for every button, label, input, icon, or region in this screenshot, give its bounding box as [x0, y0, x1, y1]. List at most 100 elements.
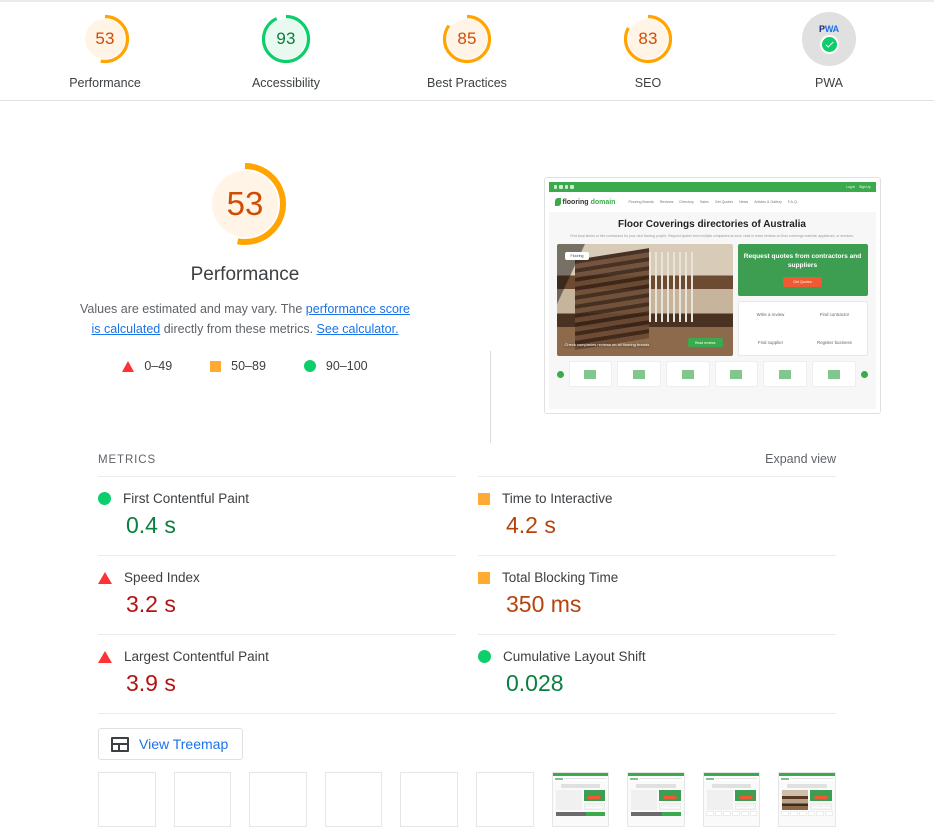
- scores-bar: 53 Performance 93 Accessibility 85 Best …: [0, 0, 934, 101]
- score-label-accessibility: Accessibility: [251, 76, 321, 90]
- legend-item-pass: 90–100: [303, 359, 368, 373]
- metric-first-contentful-paint[interactable]: First Contentful Paint 0.4 s: [98, 476, 456, 555]
- site-category-strip: [549, 356, 876, 388]
- site-body: Flooring Check companies reviews on all …: [549, 244, 876, 357]
- filmstrip-frame[interactable]: [778, 772, 836, 827]
- category-tile: [714, 361, 759, 388]
- metric-name: First Contentful Paint: [123, 491, 250, 506]
- metrics-heading: METRICS: [98, 454, 157, 466]
- site-link-write-review: Write a review: [756, 312, 785, 318]
- scores-row: 53 Performance 93 Accessibility 85 Best …: [0, 2, 934, 90]
- metric-head: First Contentful Paint: [98, 491, 456, 506]
- metric-value: 350 ms: [506, 591, 582, 617]
- site-signup-link: Sign Up: [859, 185, 871, 189]
- social-icons: [553, 185, 574, 189]
- site-link-find-supplier: Find supplier: [757, 339, 784, 345]
- railing-shape: [648, 252, 695, 323]
- site-quote-title: Request quotes from contractors and supp…: [743, 253, 862, 269]
- site-preview: Log In Sign Up flooring domain Flooring B…: [548, 182, 876, 409]
- site-nav-link: Sales: [699, 200, 709, 204]
- chevron-left-icon: [556, 370, 564, 378]
- score-item-seo[interactable]: 83 SEO: [591, 12, 706, 90]
- site-photo-tag: Flooring: [564, 252, 590, 261]
- score-value-best-practices: 85: [457, 29, 477, 48]
- site-nav-link: Get Quotes: [714, 200, 734, 204]
- site-photo-caption: Check companies reviews on all flooring …: [564, 342, 650, 348]
- metric-value: 3.2 s: [126, 591, 176, 617]
- triangle-fail-icon: [98, 571, 112, 584]
- filmstrip-frame[interactable]: [627, 772, 685, 827]
- pwa-letters-wa: WA: [824, 23, 839, 34]
- triangle-fail-icon: [122, 360, 135, 372]
- see-calculator-link[interactable]: See calculator.: [317, 322, 399, 336]
- filmstrip-frame[interactable]: [324, 772, 383, 827]
- filmstrip-frame[interactable]: [173, 772, 232, 827]
- metric-total-blocking-time[interactable]: Total Blocking Time 350 ms: [478, 555, 836, 634]
- metric-name: Largest Contentful Paint: [124, 649, 269, 664]
- pwa-badge: PWA: [802, 12, 856, 66]
- site-subheadline: Find local stores or hire contractors fo…: [570, 234, 854, 238]
- metric-speed-index[interactable]: Speed Index 3.2 s: [98, 555, 456, 634]
- circle-pass-icon: [478, 650, 491, 663]
- leaf-icon: [554, 198, 561, 206]
- filmstrip-frame[interactable]: [475, 772, 534, 827]
- gauge-performance: 53: [78, 12, 132, 66]
- metrics-section: METRICS Expand view First Contentful Pai…: [0, 414, 934, 760]
- metric-name: Speed Index: [124, 570, 200, 585]
- metric-value: 4.2 s: [506, 512, 556, 538]
- final-screenshot[interactable]: Log In Sign Up flooring domain Flooring B…: [543, 177, 881, 414]
- view-treemap-label: View Treemap: [139, 736, 229, 752]
- performance-description: Values are estimated and may vary. The p…: [74, 299, 416, 339]
- view-treemap-button[interactable]: View Treemap: [98, 728, 244, 760]
- score-item-best-practices[interactable]: 85 Best Practices: [410, 12, 525, 90]
- pwa-badge-text: PWA: [819, 23, 839, 34]
- filmstrip-frame[interactable]: [551, 772, 610, 827]
- performance-title: Performance: [190, 264, 300, 285]
- site-login-link: Log In: [846, 185, 856, 189]
- gauge-seo: 83: [621, 12, 675, 66]
- metric-head: Largest Contentful Paint: [98, 649, 456, 664]
- site-logo-bold: flooring: [562, 198, 589, 206]
- metrics-grid: First Contentful Paint 0.4 s Time to Int…: [98, 476, 836, 713]
- site-quote-card: Request quotes from contractors and supp…: [737, 244, 868, 296]
- site-logo: flooring domain: [554, 198, 616, 206]
- metric-largest-contentful-paint[interactable]: Largest Contentful Paint 3.9 s: [98, 634, 456, 713]
- metric-time-to-interactive[interactable]: Time to Interactive 4.2 s: [478, 476, 836, 555]
- score-value-seo: 83: [638, 29, 658, 48]
- site-nav-link: F.A.Q.: [787, 200, 798, 204]
- metric-value: 0.028: [506, 670, 564, 696]
- filmstrip-frame[interactable]: [98, 772, 156, 827]
- filmstrip-frame[interactable]: [400, 772, 458, 827]
- expand-view-toggle[interactable]: Expand view: [765, 452, 836, 466]
- staircase-shape: [574, 248, 649, 350]
- metric-cumulative-layout-shift[interactable]: Cumulative Layout Shift 0.028: [478, 634, 836, 713]
- performance-description-text-2: directly from these metrics.: [160, 322, 317, 336]
- metric-name: Time to Interactive: [502, 491, 613, 506]
- legend-range-fail: 0–49: [144, 359, 173, 373]
- score-item-accessibility[interactable]: 93 Accessibility: [229, 12, 344, 90]
- category-tile: [568, 361, 613, 388]
- filmstrip-thumbnail: [628, 773, 684, 826]
- site-read-reviews-button: Read reviews: [687, 338, 723, 348]
- filmstrip-thumbnail: [703, 773, 760, 826]
- performance-score-value: 53: [226, 185, 264, 222]
- square-average-icon: [210, 360, 222, 372]
- site-logo-green: domain: [590, 198, 616, 206]
- site-link-register-business: Register business: [817, 339, 852, 345]
- score-legend: 0–49 50–89 90–100: [122, 359, 368, 373]
- filmstrip-frame[interactable]: [249, 772, 307, 827]
- treemap-row: View Treemap: [98, 713, 836, 760]
- site-right-column: Request quotes from contractors and supp…: [737, 244, 868, 357]
- site-links-card: Write a review Find contractor Find supp…: [737, 300, 868, 357]
- report-content: 53 Performance Values are estimated and …: [0, 101, 934, 827]
- score-item-pwa[interactable]: PWA PWA: [772, 12, 887, 90]
- score-value-accessibility: 93: [276, 29, 296, 48]
- site-nav-link: Reviews: [659, 200, 674, 204]
- filmstrip-frame[interactable]: [702, 772, 761, 827]
- score-label-pwa: PWA: [814, 76, 843, 90]
- site-nav-link: Directory: [679, 200, 694, 204]
- metric-head: Speed Index: [98, 570, 456, 585]
- score-item-performance[interactable]: 53 Performance: [48, 12, 163, 90]
- category-tile: [665, 361, 710, 388]
- score-label-performance: Performance: [69, 76, 141, 90]
